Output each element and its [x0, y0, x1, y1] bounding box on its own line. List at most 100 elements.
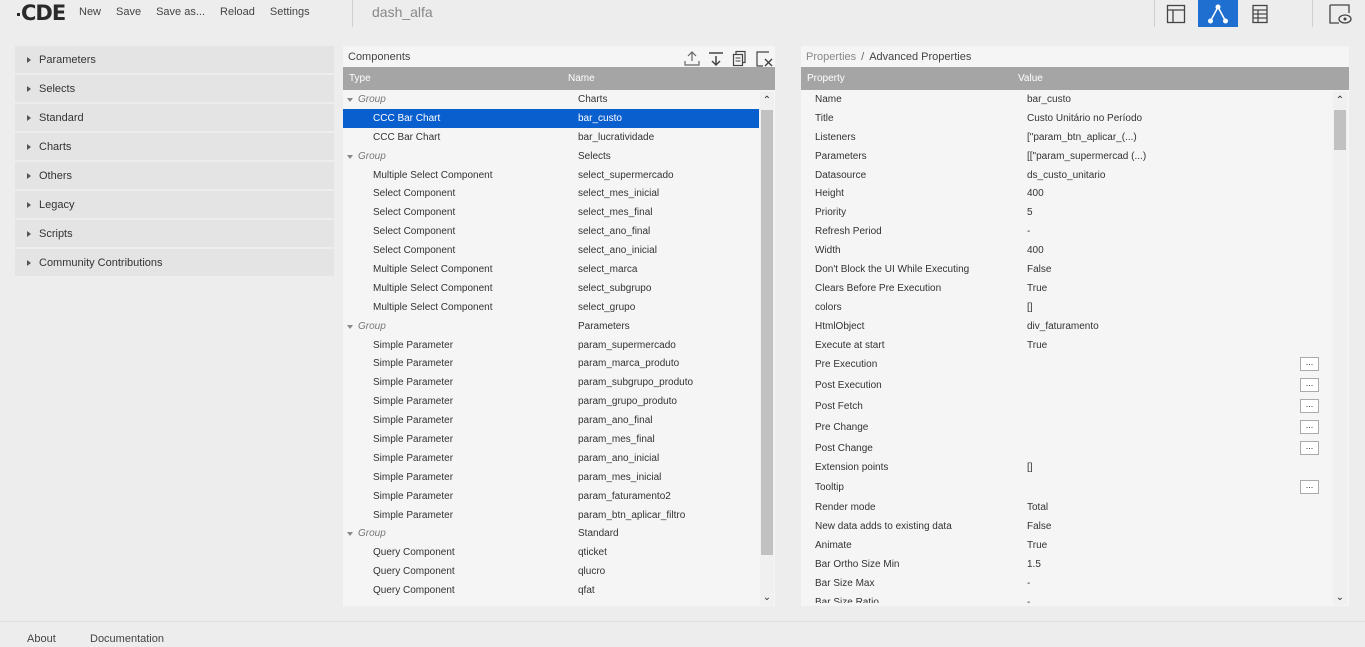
edit-function-button[interactable]: ... — [1300, 399, 1319, 414]
component-row[interactable]: Simple Parameter param_mes_inicial — [343, 468, 759, 487]
property-value[interactable]: div_faturamento — [1027, 321, 1099, 332]
menu-reload[interactable]: Reload — [220, 6, 255, 18]
palette-others[interactable]: Others — [15, 162, 334, 189]
property-value[interactable]: bar_custo — [1027, 94, 1071, 105]
group-row[interactable]: Group Charts — [343, 90, 759, 109]
property-row[interactable]: Tooltip... — [801, 477, 1333, 498]
component-row[interactable]: Select Component select_mes_final — [343, 203, 759, 222]
property-value[interactable]: False — [1027, 264, 1051, 275]
property-value[interactable]: 5 — [1027, 207, 1033, 218]
group-row[interactable]: Group Selects — [343, 147, 759, 166]
component-row[interactable]: Simple Parameter param_grupo_produto — [343, 392, 759, 411]
component-row[interactable]: Multiple Select Component select_subgrupo — [343, 279, 759, 298]
property-row[interactable]: Title Custo Unitário no Período — [801, 109, 1333, 128]
property-value[interactable]: True — [1027, 340, 1047, 351]
property-value[interactable]: 400 — [1027, 188, 1044, 199]
scroll-up-arrow[interactable]: ⌃ — [1333, 94, 1347, 106]
property-value[interactable]: - — [1027, 226, 1030, 237]
property-row[interactable]: Post Change... — [801, 438, 1333, 459]
about-link[interactable]: About — [27, 633, 56, 645]
component-row[interactable]: Simple Parameter param_ano_inicial — [343, 449, 759, 468]
property-row[interactable]: Pre Change... — [801, 417, 1333, 438]
group-row[interactable]: Group Parameters — [343, 317, 759, 336]
component-row[interactable]: Simple Parameter param_mes_final — [343, 430, 759, 449]
caret-down-icon[interactable] — [347, 98, 353, 102]
property-row[interactable]: Bar Size Ratio - — [801, 593, 1333, 603]
preview-button[interactable] — [1320, 0, 1360, 27]
property-row[interactable]: Post Execution... — [801, 375, 1333, 396]
property-row[interactable]: Refresh Period - — [801, 222, 1333, 241]
menu-new[interactable]: New — [79, 6, 101, 18]
edit-function-button[interactable]: ... — [1300, 480, 1319, 495]
property-row[interactable]: Name bar_custo — [801, 90, 1333, 109]
property-value[interactable]: - — [1027, 578, 1030, 589]
component-row[interactable]: Simple Parameter param_subgrupo_produto — [343, 373, 759, 392]
palette-charts[interactable]: Charts — [15, 133, 334, 160]
properties-scrollbar[interactable]: ⌃ ⌄ — [1333, 92, 1347, 605]
menu-save[interactable]: Save — [116, 6, 141, 18]
caret-down-icon[interactable] — [347, 154, 353, 159]
property-value[interactable]: [["param_supermercad (...) — [1027, 151, 1146, 162]
menu-save-as[interactable]: Save as... — [156, 6, 205, 18]
component-row[interactable]: Simple Parameter param_supermercado — [343, 336, 759, 355]
tab-properties[interactable]: Properties — [806, 51, 856, 63]
caret-down-icon[interactable] — [347, 324, 353, 329]
components-scrollbar[interactable]: ⌃ ⌄ — [760, 92, 774, 605]
property-row[interactable]: New data adds to existing data False — [801, 517, 1333, 536]
property-row[interactable]: Clears Before Pre Execution True — [801, 279, 1333, 298]
layout-view-button[interactable] — [1156, 0, 1196, 27]
property-value[interactable]: 400 — [1027, 245, 1044, 256]
edit-function-button[interactable]: ... — [1300, 357, 1319, 372]
property-row[interactable]: Pre Execution... — [801, 354, 1333, 375]
delete-icon[interactable] — [755, 50, 773, 68]
property-value[interactable]: ["param_btn_aplicar_(...) — [1027, 132, 1137, 143]
palette-selects[interactable]: Selects — [15, 75, 334, 102]
property-row[interactable]: Priority 5 — [801, 203, 1333, 222]
menu-settings[interactable]: Settings — [270, 6, 310, 18]
property-row[interactable]: Extension points [] — [801, 458, 1333, 477]
property-row[interactable]: Execute at start True — [801, 336, 1333, 355]
scroll-up-arrow[interactable]: ⌃ — [760, 94, 774, 106]
property-row[interactable]: Bar Size Max - — [801, 574, 1333, 593]
property-value[interactable]: ds_custo_unitario — [1027, 170, 1105, 181]
component-row[interactable]: Query Component qfat — [343, 581, 759, 600]
property-row[interactable]: Parameters [["param_supermercad (...) — [801, 147, 1333, 166]
component-row[interactable]: Simple Parameter param_faturamento2 — [343, 487, 759, 506]
palette-community-contributions[interactable]: Community Contributions — [15, 249, 334, 276]
components-view-button[interactable] — [1198, 0, 1238, 27]
property-value[interactable]: [] — [1027, 462, 1033, 473]
component-row[interactable]: Query Component qlucro — [343, 562, 759, 581]
tab-advanced-properties[interactable]: Advanced Properties — [869, 51, 971, 63]
palette-parameters[interactable]: Parameters — [15, 46, 334, 73]
component-row[interactable]: Multiple Select Component select_supermer… — [343, 166, 759, 185]
property-row[interactable]: Don't Block the UI While Executing False — [801, 260, 1333, 279]
component-row[interactable]: Simple Parameter param_btn_aplicar_filtro — [343, 506, 759, 525]
scroll-thumb[interactable] — [1334, 110, 1346, 150]
property-row[interactable]: Height 400 — [801, 184, 1333, 203]
property-row[interactable]: Datasource ds_custo_unitario — [801, 166, 1333, 185]
component-row[interactable]: Simple Parameter param_marca_produto — [343, 354, 759, 373]
component-row[interactable]: CCC Bar Chart bar_lucratividade — [343, 128, 759, 147]
property-value[interactable]: True — [1027, 540, 1047, 551]
edit-function-button[interactable]: ... — [1300, 378, 1319, 393]
property-value[interactable]: Total — [1027, 502, 1048, 513]
edit-function-button[interactable]: ... — [1300, 419, 1319, 434]
component-row[interactable]: Select Component select_ano_final — [343, 222, 759, 241]
edit-function-button[interactable]: ... — [1300, 440, 1319, 455]
move-down-icon[interactable] — [707, 50, 725, 68]
property-row[interactable]: Width 400 — [801, 241, 1333, 260]
property-value[interactable]: [] — [1027, 302, 1033, 313]
export-icon[interactable] — [683, 50, 701, 68]
component-row[interactable]: Select Component select_ano_inicial — [343, 241, 759, 260]
property-value[interactable]: - — [1027, 597, 1030, 603]
component-row[interactable]: CCC Bar Chart bar_custo — [343, 108, 759, 128]
property-value[interactable]: True — [1027, 283, 1047, 294]
property-row[interactable]: Listeners ["param_btn_aplicar_(...) — [801, 128, 1333, 147]
scroll-down-arrow[interactable]: ⌄ — [760, 591, 774, 603]
property-value[interactable]: Custo Unitário no Período — [1027, 113, 1142, 124]
property-row[interactable]: HtmlObject div_faturamento — [801, 317, 1333, 336]
property-value[interactable]: False — [1027, 521, 1051, 532]
component-row[interactable]: Simple Parameter param_ano_final — [343, 411, 759, 430]
palette-legacy[interactable]: Legacy — [15, 191, 334, 218]
palette-standard[interactable]: Standard — [15, 104, 334, 131]
